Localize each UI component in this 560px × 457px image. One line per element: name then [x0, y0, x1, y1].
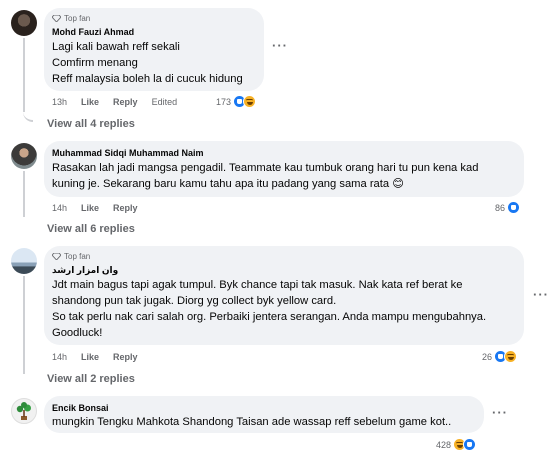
more-options-icon[interactable]: ··· — [533, 287, 549, 302]
like-button[interactable]: Like — [81, 97, 99, 107]
commenter-name[interactable]: وان امزار ارشد — [52, 265, 118, 276]
comment-line: Lagi kali bawah reff sekali — [52, 41, 180, 53]
avatar[interactable] — [11, 10, 37, 36]
top-fan-diamond-icon — [52, 253, 61, 260]
reply-button[interactable]: Reply — [113, 352, 138, 362]
comment-line: kuning je. Sekarang baru kamu tahu apa i… — [52, 178, 404, 190]
comment-line: So tak perlu nak cari salah org. Perbaik… — [52, 311, 487, 323]
timestamp[interactable]: 14h — [52, 352, 67, 362]
reaction-summary[interactable]: 26 — [482, 350, 518, 363]
view-replies-link[interactable]: View all 4 replies — [47, 118, 135, 130]
comment-actions: 14h Like Reply — [52, 203, 152, 213]
comment-bubble: Encik Bonsai mungkin Tengku Mahkota Shan… — [44, 396, 484, 433]
comment-bubble: Top fan Mohd Fauzi Ahmad Lagi kali bawah… — [44, 8, 264, 91]
comment-line: Rasakan lah jadi mangsa pengadil. Teamma… — [52, 162, 479, 174]
more-options-icon[interactable]: ··· — [272, 38, 288, 53]
reaction-summary[interactable]: 428 — [436, 438, 477, 451]
like-button[interactable]: Like — [81, 352, 99, 362]
reaction-count: 26 — [482, 351, 493, 362]
like-button[interactable]: Like — [81, 203, 99, 213]
top-fan-diamond-icon — [52, 15, 61, 22]
timestamp[interactable]: 14h — [52, 203, 67, 213]
comment-bubble: Muhammad Sidqi Muhammad Naim Rasakan lah… — [44, 141, 524, 197]
comment-line: shandong pun tak jugak. Diorg yg collect… — [52, 295, 337, 307]
bonsai-icon — [16, 402, 31, 420]
commenter-name[interactable]: Mohd Fauzi Ahmad — [52, 27, 134, 37]
avatar[interactable] — [11, 398, 37, 424]
haha-reaction-icon — [243, 95, 257, 108]
thread-line — [23, 38, 25, 112]
reaction-count: 428 — [436, 439, 452, 450]
avatar[interactable] — [11, 143, 37, 169]
like-reaction-icon — [507, 201, 521, 214]
thread-line — [23, 171, 25, 217]
comment-line: Reff malaysia boleh la di cucuk hidung — [52, 73, 243, 85]
comment-actions: 13h Like Reply Edited — [52, 97, 191, 107]
top-fan-badge: Top fan — [52, 14, 90, 23]
commenter-name[interactable]: Encik Bonsai — [52, 403, 109, 413]
reaction-summary[interactable]: 86 — [495, 201, 521, 214]
comment-bubble: Top fan وان امزار ارشد Jdt main bagus ta… — [44, 246, 524, 345]
timestamp[interactable]: 13h — [52, 97, 67, 107]
comment-line: Jdt main bagus tapi agak tumpul. Byk cha… — [52, 279, 463, 291]
reply-button[interactable]: Reply — [113, 203, 138, 213]
thread-connector — [23, 104, 33, 122]
avatar[interactable] — [11, 248, 37, 274]
commenter-name[interactable]: Muhammad Sidqi Muhammad Naim — [52, 148, 204, 158]
more-options-icon[interactable]: ··· — [492, 405, 508, 420]
reaction-summary[interactable]: 173 — [216, 95, 257, 108]
haha-reaction-icon — [504, 350, 518, 363]
view-replies-link[interactable]: View all 6 replies — [47, 223, 135, 235]
comment-line: Goodluck! — [52, 327, 103, 339]
like-reaction-icon — [463, 438, 477, 451]
reaction-count: 86 — [495, 202, 506, 213]
comment-actions: 14h Like Reply — [52, 352, 152, 362]
reply-button[interactable]: Reply — [113, 97, 138, 107]
edited-label[interactable]: Edited — [152, 97, 178, 107]
top-fan-badge: Top fan — [52, 252, 90, 261]
view-replies-link[interactable]: View all 2 replies — [47, 373, 135, 385]
comment-line: Comfirm menang — [52, 57, 138, 69]
comment-line: mungkin Tengku Mahkota Shandong Taisan a… — [52, 416, 452, 428]
reaction-count: 173 — [216, 96, 232, 107]
thread-line — [23, 276, 25, 374]
